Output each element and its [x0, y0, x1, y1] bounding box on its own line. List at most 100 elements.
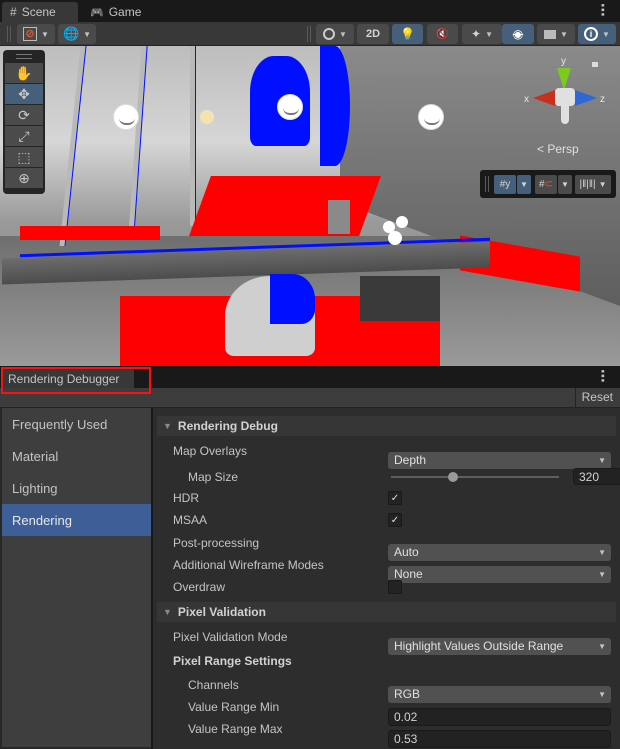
gizmo-z-label: z	[600, 94, 605, 105]
effects-button[interactable]: ✦ ▼	[462, 24, 502, 44]
transform-tool-button[interactable]: ⊕	[5, 168, 43, 188]
gizmo-center-cube-icon[interactable]	[555, 88, 575, 106]
row-map-overlays: Map Overlays Depth ▼	[173, 441, 616, 469]
transform-tools-overlay: ✋ ✥ ⟳ ⤢ ⬚ ⊕	[3, 50, 45, 194]
field-label: Pixel Validation Mode	[173, 630, 288, 644]
hand-tool-button[interactable]: ✋	[5, 63, 43, 83]
gizmo-x-axis-icon[interactable]	[533, 90, 555, 106]
scene-frame-post	[59, 46, 87, 246]
field-label: HDR	[173, 491, 199, 505]
effects-icon: ✦	[471, 27, 482, 41]
reset-button[interactable]: Reset	[574, 388, 616, 407]
overlay-grip-handle[interactable]	[485, 176, 489, 192]
orientation-gizmo[interactable]: y x z	[520, 56, 610, 136]
map-size-slider-track[interactable]	[391, 476, 559, 478]
field-label: Value Range Min	[188, 700, 280, 714]
section-title: Pixel Validation	[177, 605, 266, 619]
camera-settings-button[interactable]: ▼	[537, 24, 575, 44]
field-label: Value Range Max	[188, 722, 283, 736]
shading-sphere-icon	[323, 28, 336, 40]
msaa-checkbox[interactable]: ✓	[388, 513, 402, 527]
dropdown-value: Depth	[394, 453, 427, 467]
field-label: Channels	[188, 678, 239, 692]
lock-icon[interactable]	[592, 62, 598, 67]
scene-toolbox	[360, 276, 440, 321]
row-pixel-range-settings: Pixel Range Settings	[173, 651, 616, 671]
projection-toggle[interactable]: < Persp	[537, 142, 579, 156]
hidden-objects-toggle-button[interactable]: ◉	[502, 24, 534, 44]
scene-bucket	[328, 200, 350, 234]
validation-highlight-blue	[320, 46, 350, 166]
map-size-slider-handle[interactable]	[448, 472, 459, 482]
tab-rendering-debugger[interactable]: Rendering Debugger	[2, 368, 134, 388]
field-label: Post-processing	[173, 536, 260, 550]
value-range-max-input[interactable]: 0.53	[388, 730, 611, 748]
map-size-input[interactable]: 320	[573, 468, 620, 485]
grid-axis-dropdown[interactable]: ▼	[517, 175, 531, 194]
tab-game-label: Game	[108, 5, 142, 19]
light-probe-sphere	[277, 94, 303, 120]
field-label: MSAA	[173, 513, 208, 527]
sidebar-item-rendering[interactable]: Rendering	[2, 504, 151, 536]
tab-scene-label: Scene	[21, 5, 56, 19]
validation-highlight-red	[189, 176, 381, 236]
toolbar-grip-handle[interactable]	[7, 26, 11, 42]
chevron-down-icon: ▼	[41, 29, 49, 39]
section-title: Rendering Debug	[177, 419, 278, 433]
rotate-tool-button[interactable]: ⟳	[5, 105, 43, 125]
scene-toolbar: ⊘ ▼ 🌐 ▼ ▼ 2D 💡 🔇 ✦ ▼ ◉ ▼ i ▼	[0, 22, 620, 46]
debugger-tab-bar: Rendering Debugger ⋯	[0, 366, 620, 388]
grid-y-icon: #y	[499, 179, 511, 190]
grid-visibility-button[interactable]: #y	[494, 175, 516, 194]
sidebar-item-frequently-used[interactable]: Frequently Used	[2, 408, 151, 440]
more-options-icon[interactable]: ⋯	[595, 369, 611, 381]
gizmo-y-axis-icon[interactable]	[557, 68, 571, 90]
chevron-down-icon: ▼	[520, 180, 528, 189]
gizmo-z-axis-icon[interactable]	[575, 90, 597, 106]
tab-game[interactable]: 🎮 Game	[82, 2, 149, 22]
grid-snap-button[interactable]: #⊂	[535, 175, 557, 194]
sidebar-item-lighting[interactable]: Lighting	[2, 472, 151, 504]
chevron-down-icon: ▼	[602, 29, 610, 39]
row-pixel-validation-mode: Pixel Validation Mode Highlight Values O…	[173, 627, 616, 655]
debugger-toolbar: Reset	[0, 388, 620, 408]
shading-mode-button[interactable]: ▼	[316, 24, 354, 44]
draw-mode-button[interactable]: ⊘ ▼	[17, 24, 55, 44]
chevron-down-icon: ▼	[339, 29, 347, 39]
move-tool-button[interactable]: ✥	[5, 84, 43, 104]
grid-snap-dropdown[interactable]: ▼	[558, 175, 572, 194]
info-circle-icon: i	[584, 27, 599, 41]
sidebar-item-material[interactable]: Material	[2, 440, 151, 472]
projection-label: Persp	[547, 142, 579, 156]
validation-highlight-blue	[270, 274, 315, 324]
section-header-pixel-validation[interactable]: ▼ Pixel Validation	[157, 602, 616, 622]
overlay-grip-handle[interactable]	[16, 54, 32, 59]
more-options-icon[interactable]: ⋯	[595, 3, 611, 15]
chevron-down-icon: ▼	[560, 29, 568, 39]
field-label: Overdraw	[173, 580, 226, 594]
rect-tool-button[interactable]: ⬚	[5, 147, 43, 167]
scene-viewport[interactable]: ✋ ✥ ⟳ ⤢ ⬚ ⊕ y x z < Persp #y ▼ #⊂ ▼ |‖|‖…	[0, 46, 620, 366]
gizmo-neg-y-icon[interactable]	[561, 106, 569, 124]
scale-tool-button[interactable]: ⤢	[5, 126, 43, 146]
tab-scene[interactable]: # Scene	[2, 2, 78, 22]
hdr-checkbox[interactable]: ✓	[388, 491, 402, 505]
globe-icon: 🌐	[62, 26, 80, 41]
lighting-toggle-button[interactable]: 💡	[392, 24, 423, 44]
chevron-down-icon: ▼	[598, 642, 606, 651]
row-hdr: HDR ✓	[173, 488, 616, 508]
chevron-left-icon: <	[537, 142, 545, 156]
overdraw-checkbox[interactable]	[388, 580, 402, 594]
rect-transform-icon: ⬚	[17, 148, 31, 165]
row-map-size: Map Size 320	[173, 467, 620, 487]
chevron-down-icon: ▼	[83, 29, 92, 39]
light-probe-sphere	[113, 104, 139, 130]
gizmos-button[interactable]: i ▼	[578, 24, 616, 44]
toolbar-grip-handle[interactable]	[307, 26, 311, 42]
increment-snap-button[interactable]: |‖|‖| ▼	[575, 175, 611, 194]
audio-toggle-button[interactable]: 🔇	[427, 24, 458, 44]
scene-view-options-button[interactable]: 🌐 ▼	[58, 24, 96, 44]
audio-mute-icon: 🔇	[436, 28, 449, 40]
section-header-rendering-debug[interactable]: ▼ Rendering Debug	[157, 416, 616, 436]
toggle-2d-button[interactable]: 2D	[357, 24, 389, 44]
